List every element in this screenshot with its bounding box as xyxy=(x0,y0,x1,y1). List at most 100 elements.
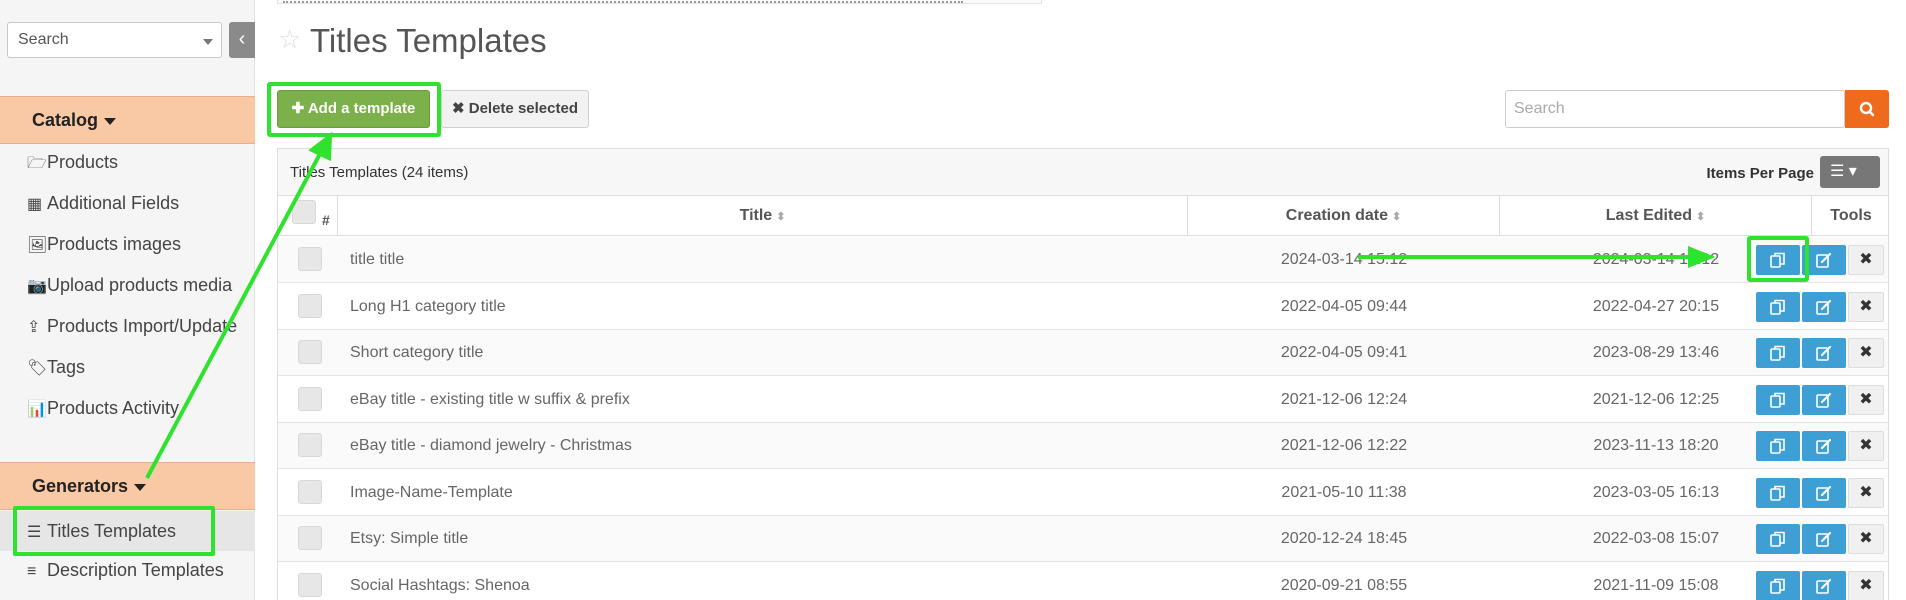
creation-date-header-label: Creation date xyxy=(1285,207,1389,224)
row-checkbox[interactable] xyxy=(298,247,322,271)
creation-date-header[interactable]: Creation date ⬍ xyxy=(1188,196,1500,236)
panel-title: Titles Templates (24 items) xyxy=(290,164,469,181)
table-row: Long H1 category title 2022-04-05 09:44 … xyxy=(278,284,1888,330)
table-header: # Title ⬍ Creation date ⬍ Last Edited ⬍ Too… xyxy=(278,196,1888,236)
title-header-label: Title xyxy=(739,207,773,224)
delete-row-button[interactable]: ✖ xyxy=(1848,245,1884,275)
page-title: Titles Templates xyxy=(310,22,547,59)
delete-row-button[interactable]: ✖ xyxy=(1848,524,1884,554)
copy-button[interactable] xyxy=(1756,477,1800,508)
row-title[interactable]: Short category title xyxy=(350,330,483,376)
search-input[interactable]: Search xyxy=(1505,90,1845,128)
row-creation-date: 2024-03-14 15:12 xyxy=(1280,251,1408,268)
copy-icon xyxy=(1770,392,1785,408)
last-edited-header-label: Last Edited xyxy=(1605,207,1692,224)
close-icon: ✖ xyxy=(1859,530,1873,547)
row-checkbox[interactable] xyxy=(298,340,322,364)
sidebar-item-label: Additional Fields xyxy=(47,193,180,213)
select-all-checkbox[interactable] xyxy=(292,200,316,224)
sidebar-item-description-templates[interactable]: ≡ Description Templates xyxy=(27,555,224,585)
copy-icon xyxy=(1770,531,1785,547)
delete-row-button[interactable]: ✖ xyxy=(1848,431,1884,461)
row-title[interactable]: Image-Name-Template xyxy=(350,470,513,516)
table-row: Etsy: Simple title 2020-12-24 18:45 2022… xyxy=(278,516,1888,562)
row-last-edited: 2022-03-08 15:07 xyxy=(1592,530,1720,547)
breadcrumb-links[interactable] xyxy=(283,0,963,3)
row-title[interactable]: Long H1 category title xyxy=(350,284,506,330)
copy-icon xyxy=(1770,438,1785,454)
close-icon: ✖ xyxy=(1859,251,1873,268)
delete-row-button[interactable]: ✖ xyxy=(1848,477,1884,508)
row-last-edited: 2023-03-05 16:13 xyxy=(1592,483,1720,501)
copy-icon xyxy=(1770,299,1785,315)
edit-button[interactable] xyxy=(1802,570,1846,600)
copy-button[interactable] xyxy=(1756,431,1800,461)
title-header[interactable]: Title ⬍ xyxy=(338,196,1188,236)
sidebar-item-upload-products-media[interactable]: 📷Upload products media xyxy=(27,270,232,300)
delete-row-button[interactable]: ✖ xyxy=(1848,384,1884,415)
sidebar-item-products-activity[interactable]: 📊Products Activity xyxy=(27,393,179,423)
row-creation-date: 2021-05-10 11:38 xyxy=(1281,483,1407,501)
delete-row-button[interactable]: ✖ xyxy=(1848,570,1884,600)
sidebar-item-products-import-update[interactable]: ⇪ Products Import/Update xyxy=(27,311,237,341)
edit-button[interactable] xyxy=(1802,291,1846,322)
collapse-sidebar-button[interactable]: ‹ xyxy=(229,22,255,58)
select-all-column: # xyxy=(278,196,338,236)
edit-icon xyxy=(1816,345,1832,361)
section-generators[interactable]: Generators xyxy=(0,462,255,510)
edit-button[interactable] xyxy=(1802,431,1846,461)
edit-button[interactable] xyxy=(1802,524,1846,554)
sidebar-item-products[interactable]: 🗁Products xyxy=(27,147,118,177)
image-icon: 🖼 xyxy=(27,237,48,254)
edit-button[interactable] xyxy=(1802,384,1846,415)
edit-button[interactable] xyxy=(1802,338,1846,368)
highlight-copy-button xyxy=(1747,236,1809,282)
copy-button[interactable] xyxy=(1756,570,1800,600)
tags-icon: 🏷 xyxy=(27,360,48,377)
delete-row-button[interactable]: ✖ xyxy=(1848,291,1884,322)
items-per-page-button[interactable]: ☰ ▾ xyxy=(1820,156,1880,188)
row-checkbox[interactable] xyxy=(298,433,322,457)
grid-icon: ▦ xyxy=(27,196,43,213)
row-creation-date: 2020-12-24 18:45 xyxy=(1280,530,1408,547)
section-catalog[interactable]: Catalog xyxy=(0,96,255,144)
items-per-page-label: Items Per Page xyxy=(1706,165,1814,182)
row-title[interactable]: title title xyxy=(350,237,404,283)
table-row: Image-Name-Template 2021-05-10 11:38 202… xyxy=(278,470,1888,516)
row-checkbox[interactable] xyxy=(298,526,322,550)
row-title[interactable]: Social Hashtags: Shenoa xyxy=(350,563,530,600)
copy-button[interactable] xyxy=(1756,291,1800,322)
delete-selected-button[interactable]: ✖ Delete selected xyxy=(441,90,589,128)
close-icon: ✖ xyxy=(1859,437,1873,454)
row-checkbox[interactable] xyxy=(298,293,322,318)
row-last-edited: 2022-04-27 20:15 xyxy=(1592,297,1720,315)
row-checkbox[interactable] xyxy=(298,572,322,597)
close-icon: ✖ xyxy=(452,100,465,117)
sidebar-item-label: Products Activity xyxy=(47,398,180,418)
row-creation-date: 2021-12-06 12:22 xyxy=(1280,437,1408,454)
copy-button[interactable] xyxy=(1756,384,1800,415)
last-edited-header[interactable]: Last Edited ⬍ xyxy=(1500,196,1812,236)
delete-row-button[interactable]: ✖ xyxy=(1848,338,1884,368)
row-checkbox[interactable] xyxy=(298,386,322,411)
star-icon[interactable]: ☆ xyxy=(278,24,301,55)
search-button[interactable] xyxy=(1845,90,1889,128)
section-generators-label: Generators xyxy=(32,476,129,496)
row-title[interactable]: eBay title - diamond jewelry - Christmas xyxy=(350,423,632,469)
copy-button[interactable] xyxy=(1756,338,1800,368)
sidebar-search-select[interactable]: Search xyxy=(7,22,222,58)
bar-chart-icon: 📊 xyxy=(27,401,47,418)
sidebar-item-products-images[interactable]: 🖼Products images xyxy=(27,229,181,259)
edit-icon xyxy=(1816,299,1832,315)
tools-header-label: Tools xyxy=(1830,207,1872,224)
row-title[interactable]: eBay title - existing title w suffix & p… xyxy=(350,377,630,423)
row-checkbox[interactable] xyxy=(298,479,322,504)
sidebar-item-tags[interactable]: 🏷Tags xyxy=(27,352,85,382)
copy-button[interactable] xyxy=(1756,524,1800,554)
edit-icon xyxy=(1816,252,1832,268)
sidebar-item-label: Products Import/Update xyxy=(47,316,238,336)
edit-icon xyxy=(1816,485,1832,501)
edit-button[interactable] xyxy=(1802,477,1846,508)
row-title[interactable]: Etsy: Simple title xyxy=(350,516,468,562)
sidebar-item-additional-fields[interactable]: ▦ Additional Fields xyxy=(27,188,179,218)
